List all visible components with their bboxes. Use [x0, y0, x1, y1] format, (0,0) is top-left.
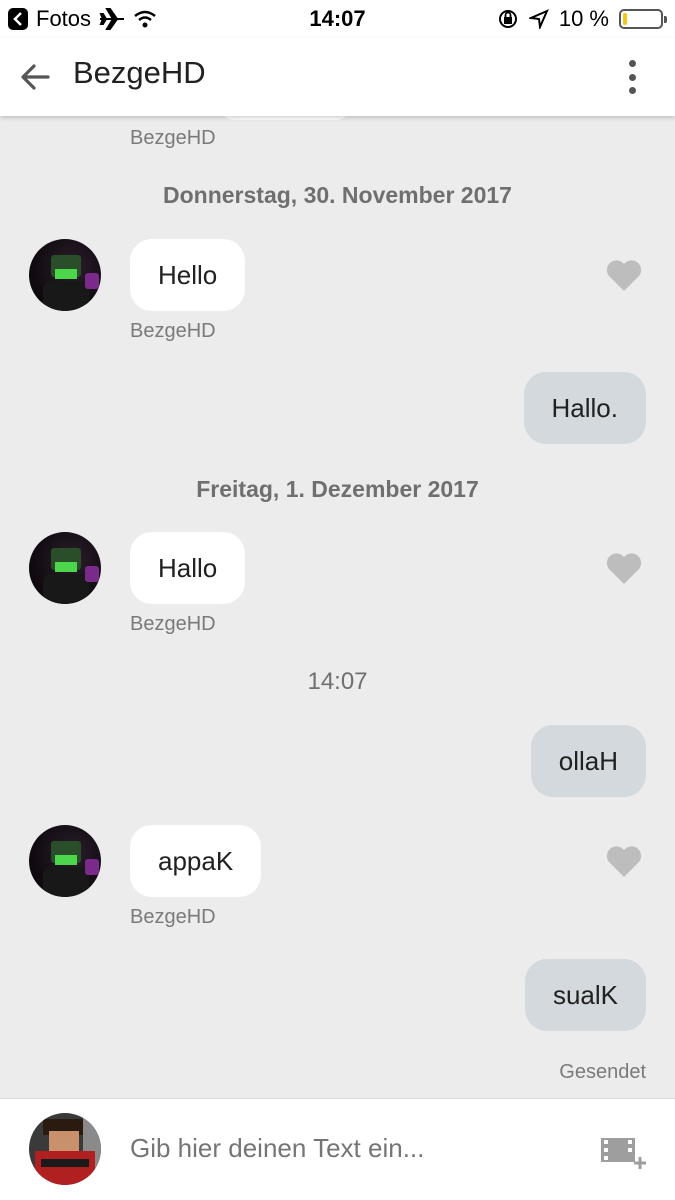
time-separator: 14:07: [307, 668, 368, 695]
location-arrow-icon: [528, 9, 549, 29]
contact-avatar[interactable]: [29, 239, 101, 311]
sender-name: BezgeHD: [130, 320, 216, 342]
sender-name: BezgeHD: [130, 127, 216, 149]
back-arrow-icon[interactable]: [18, 60, 52, 94]
conversation-title: BezgeHD: [73, 55, 206, 90]
incoming-message[interactable]: Hallo: [130, 532, 246, 604]
rotation-lock-icon: [498, 10, 517, 28]
heart-icon[interactable]: [605, 844, 643, 878]
message-text: Hello: [158, 259, 218, 290]
message-list[interactable]: BezgeHD Donnerstag, 30. November 2017 He…: [0, 116, 675, 1098]
status-right: 10 %: [497, 6, 667, 32]
user-avatar[interactable]: [29, 1113, 101, 1185]
incoming-message[interactable]: Hello: [130, 239, 246, 311]
media-add-icon[interactable]: [600, 1135, 648, 1169]
outgoing-message[interactable]: sualK: [524, 959, 646, 1031]
battery-icon: [619, 9, 667, 29]
sender-name: BezgeHD: [130, 613, 216, 635]
contact-avatar[interactable]: [29, 825, 101, 897]
delivery-status: Gesendet: [559, 1061, 646, 1083]
battery-percent: 10 %: [558, 6, 609, 31]
message-bubble-partial: [220, 116, 350, 120]
incoming-message[interactable]: appaK: [130, 825, 262, 897]
message-input[interactable]: [130, 1133, 570, 1164]
sender-name: BezgeHD: [130, 906, 216, 928]
date-separator: Freitag, 1. Dezember 2017: [196, 476, 479, 502]
battery-fill: [623, 13, 627, 25]
heart-icon[interactable]: [605, 551, 643, 585]
outgoing-message[interactable]: Hallo.: [523, 372, 646, 444]
more-vert-icon[interactable]: [627, 60, 637, 94]
status-bar: Fotos 14:07 10 %: [0, 0, 675, 38]
composer-bar: [0, 1098, 675, 1200]
message-text: appaK: [158, 845, 234, 876]
outgoing-message[interactable]: ollaH: [530, 725, 646, 797]
message-text: ollaH: [558, 745, 618, 776]
heart-icon[interactable]: [605, 258, 643, 292]
date-separator: Donnerstag, 30. November 2017: [163, 182, 512, 208]
message-text: Hallo.: [551, 392, 618, 423]
contact-avatar[interactable]: [29, 532, 101, 604]
message-text: Hallo: [158, 552, 218, 583]
app-bar: BezgeHD: [0, 38, 675, 116]
message-text: sualK: [552, 979, 618, 1010]
